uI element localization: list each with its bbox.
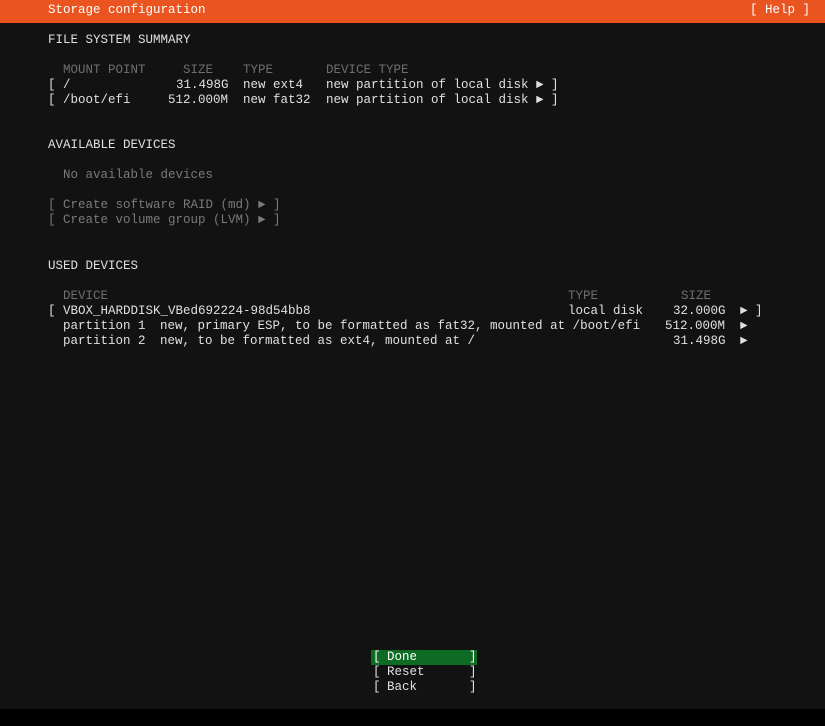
col-size: SIZE (183, 63, 214, 77)
bracket: ] (469, 680, 477, 694)
disk-type: local disk (568, 304, 644, 318)
col-mount-point: MOUNT POINT (63, 63, 146, 77)
partition-name: partition 2 (63, 334, 146, 348)
bracket: [ (48, 78, 56, 92)
arrow-icon: ► (258, 198, 266, 212)
bracket: [ (48, 93, 56, 107)
bracket: [ (48, 198, 56, 212)
arrow-icon: ► (740, 319, 748, 333)
arrow-icon: ► (258, 213, 266, 227)
disk-name: VBOX_HARDDISK_VBed692224-98d54bb8 (63, 304, 311, 318)
back-button[interactable]: [ Back ] (371, 680, 477, 695)
bracket: ] (469, 665, 477, 679)
partition-size: 31.498G (673, 334, 726, 348)
mount-point: /boot/efi (63, 93, 131, 107)
label: Back (387, 680, 418, 694)
label: Done (387, 650, 418, 664)
bracket: ] (551, 93, 559, 107)
help-button[interactable]: [ Help ] (750, 3, 810, 18)
no-devices-text: No available devices (63, 168, 214, 182)
device-type: new partition of local disk (326, 93, 529, 107)
type: new fat32 (243, 93, 311, 107)
bracket: ] (273, 213, 281, 227)
screen-title: Storage configuration (48, 3, 206, 17)
col-device-type: DEVICE TYPE (326, 63, 409, 77)
arrow-icon: ► (536, 93, 544, 107)
size: 31.498G (176, 78, 229, 92)
partition-name: partition 1 (63, 319, 146, 333)
type: new ext4 (243, 78, 304, 92)
arrow-icon: ► (740, 334, 748, 348)
bracket: ] (469, 650, 477, 664)
bracket: [ (48, 213, 56, 227)
bracket: ] (755, 304, 763, 318)
bracket: [ (373, 680, 381, 694)
device-type: new partition of local disk (326, 78, 529, 92)
bracket: [ (373, 665, 381, 679)
disk-size: 32.000G (673, 304, 726, 318)
bracket: ] (273, 198, 281, 212)
bottom-bar (0, 709, 825, 726)
arrow-icon: ► (740, 304, 748, 318)
available-heading: AVAILABLE DEVICES (48, 138, 176, 152)
used-heading: USED DEVICES (48, 259, 139, 273)
col-device: DEVICE (63, 289, 109, 303)
col-type: TYPE (243, 63, 274, 77)
partition-size: 512.000M (665, 319, 726, 333)
partition-desc: new, primary ESP, to be formatted as fat… (160, 319, 641, 333)
label: Reset (387, 665, 425, 679)
mount-point: / (63, 78, 71, 92)
fs-summary-heading: FILE SYSTEM SUMMARY (48, 33, 191, 47)
arrow-icon: ► (536, 78, 544, 92)
installer-screen: Storage configuration [ Help ] FILE SYST… (0, 0, 825, 726)
partition-desc: new, to be formatted as ext4, mounted at… (160, 334, 476, 348)
bracket: [ (48, 304, 56, 318)
reset-button[interactable]: [ Reset ] (371, 665, 477, 680)
bracket: [ (373, 650, 381, 664)
label: Create software RAID (md) (63, 198, 251, 212)
col-type: TYPE (568, 289, 599, 303)
size: 512.000M (168, 93, 229, 107)
done-button[interactable]: [ Done ] (371, 650, 477, 665)
label: Create volume group (LVM) (63, 213, 251, 227)
title-bar: Storage configuration [ Help ] (0, 0, 825, 23)
col-size: SIZE (681, 289, 712, 303)
bracket: ] (551, 78, 559, 92)
